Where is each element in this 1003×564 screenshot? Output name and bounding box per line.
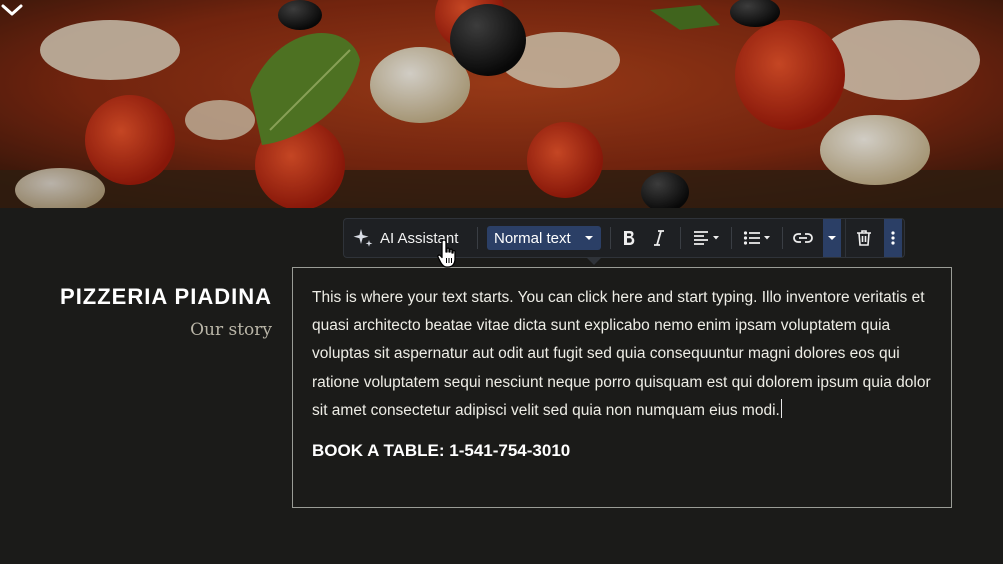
brand-block: PIZZERIA PIADINA Our story: [60, 284, 272, 340]
book-table-text[interactable]: BOOK A TABLE: 1-541-754-3010: [312, 441, 932, 461]
link-icon: [793, 233, 813, 243]
more-options-button[interactable]: [884, 219, 902, 257]
delete-button[interactable]: [856, 228, 872, 248]
sparkle-icon: [353, 229, 373, 247]
bullet-list-icon: [743, 231, 770, 245]
toolbar-divider: [610, 227, 611, 249]
editor-body-content: This is where your text starts. You can …: [312, 289, 931, 419]
align-left-icon: [694, 231, 719, 245]
trash-icon: [857, 230, 871, 246]
italic-icon: [654, 230, 664, 246]
text-caret: [780, 398, 782, 418]
text-format-toolbar: AI Assistant Normal text: [343, 218, 905, 258]
bold-icon: [624, 231, 635, 245]
hand-cursor-icon: [437, 239, 456, 268]
text-style-select[interactable]: Normal text: [487, 226, 601, 250]
more-vertical-icon: [891, 231, 895, 245]
brand-subtitle: Our story: [190, 320, 272, 340]
text-editor[interactable]: This is where your text starts. You can …: [292, 267, 952, 508]
link-button[interactable]: [793, 228, 813, 248]
text-style-value: Normal text: [494, 229, 571, 247]
chevron-down-icon: [585, 236, 593, 240]
toolbar-pointer: [587, 258, 601, 265]
toolbar-divider: [845, 219, 846, 257]
pizza-photo: [0, 0, 1003, 208]
align-dropdown[interactable]: [693, 228, 721, 248]
editor-body-text[interactable]: This is where your text starts. You can …: [312, 284, 932, 425]
toolbar-divider: [680, 227, 681, 249]
italic-button[interactable]: [652, 228, 666, 248]
toolbar-divider: [477, 227, 478, 249]
toolbar-divider: [782, 227, 783, 249]
chevron-down-icon[interactable]: [0, 0, 24, 20]
hero-image: [0, 0, 1003, 208]
brand-title: PIZZERIA PIADINA: [60, 284, 272, 309]
toolbar-divider: [731, 227, 732, 249]
bold-button[interactable]: [622, 228, 636, 248]
list-dropdown[interactable]: [743, 228, 773, 248]
link-options-dropdown[interactable]: [823, 219, 841, 257]
chevron-down-icon: [828, 236, 836, 240]
